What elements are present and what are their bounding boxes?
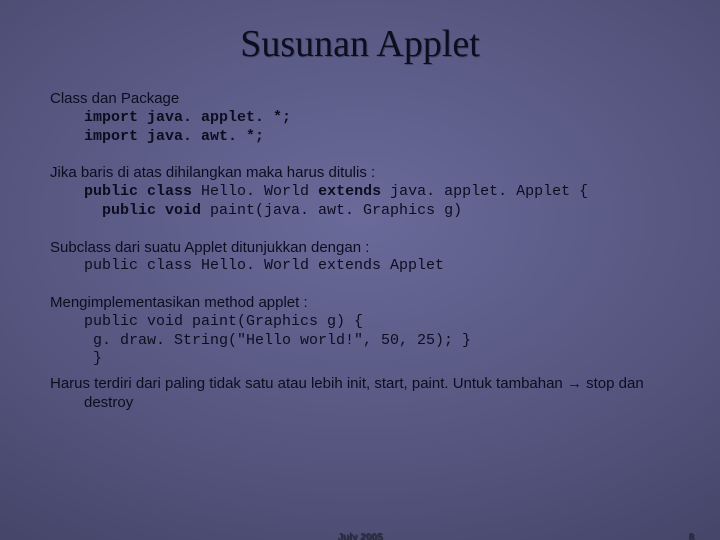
kw: public void xyxy=(84,202,210,219)
code-line: import java. applet. *; xyxy=(84,109,291,126)
code-paint-open: public void paint(Graphics g) { xyxy=(84,313,670,332)
kw: extends xyxy=(318,183,390,200)
code-subclass-line: public class Hello. World extends Applet xyxy=(84,257,670,276)
code-drawstring: g. draw. String("Hello world!", 50, 25);… xyxy=(84,332,670,351)
code-import-applet: import java. applet. *; xyxy=(84,109,670,128)
heading-mengimplementasikan: Mengimplementasikan method applet : xyxy=(50,294,670,313)
footer-date: July 2005 xyxy=(337,532,382,540)
ident: java. applet. Applet { xyxy=(390,183,588,200)
code-public-void-paint: public void paint(java. awt. Graphics g) xyxy=(84,202,670,221)
section-mengimplementasikan: Mengimplementasikan method applet : publ… xyxy=(50,294,670,369)
heading-subclass: Subclass dari suatu Applet ditunjukkan d… xyxy=(50,239,670,258)
section-harus-terdiri: Harus terdiri dari paling tidak satu ata… xyxy=(84,375,670,413)
kw: public class xyxy=(84,183,201,200)
footer-slide-number: 8 xyxy=(688,532,694,540)
slide-container: Susunan Applet Class dan Package import … xyxy=(0,0,720,540)
ident: paint(java. awt. Graphics g) xyxy=(210,202,462,219)
code-line: import java. awt. *; xyxy=(84,128,264,145)
slide-title: Susunan Applet xyxy=(50,22,670,66)
section-jika-baris: Jika baris di atas dihilangkan maka haru… xyxy=(50,164,670,220)
heading-class-package: Class dan Package xyxy=(50,90,670,109)
code-import-awt: import java. awt. *; xyxy=(84,128,670,147)
code-close-brace: } xyxy=(84,350,670,369)
section-class-package: Class dan Package import java. applet. *… xyxy=(50,90,670,146)
ident: Hello. World xyxy=(201,183,318,200)
code-public-class-extends: public class Hello. World extends java. … xyxy=(84,183,670,202)
section-subclass: Subclass dari suatu Applet ditunjukkan d… xyxy=(50,239,670,277)
heading-jika-baris: Jika baris di atas dihilangkan maka haru… xyxy=(50,164,670,183)
